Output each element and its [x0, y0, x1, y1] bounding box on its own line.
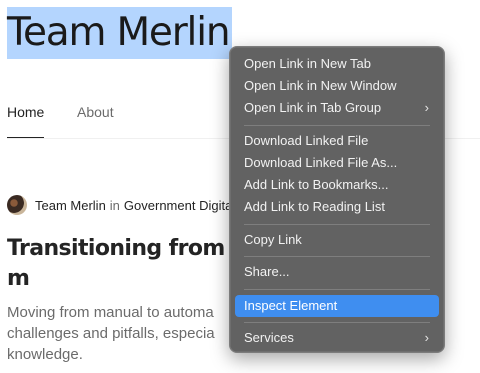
page-title: Team Merlin	[7, 7, 232, 59]
menu-item-label: Add Link to Bookmarks...	[244, 177, 389, 192]
chevron-right-icon: ›	[424, 100, 429, 115]
tab-about[interactable]: About	[77, 104, 114, 120]
menu-item-label: Open Link in New Tab	[244, 56, 371, 71]
menu-item-label: Open Link in New Window	[244, 78, 397, 93]
chevron-right-icon: ›	[424, 330, 429, 345]
context-menu: Open Link in New Tab Open Link in New Wi…	[229, 46, 445, 353]
tab-home[interactable]: Home	[7, 104, 45, 138]
menu-item-share[interactable]: Share...	[235, 261, 439, 283]
menu-item-open-link-new-window[interactable]: Open Link in New Window	[235, 75, 439, 97]
menu-item-inspect-element[interactable]: Inspect Element	[235, 295, 439, 317]
menu-item-label: Share...	[244, 264, 290, 279]
author-name[interactable]: Team Merlin	[35, 198, 106, 213]
publication-name[interactable]: Government Digita	[124, 198, 232, 213]
menu-item-label: Inspect Element	[244, 298, 338, 313]
menu-item-open-link-tab-group[interactable]: Open Link in Tab Group ›	[235, 97, 439, 119]
menu-item-services[interactable]: Services ›	[235, 327, 439, 349]
article-byline: Team Merlin in Government Digita	[7, 194, 232, 216]
menu-separator	[244, 224, 430, 225]
menu-separator	[244, 322, 430, 323]
menu-item-download-linked-file[interactable]: Download Linked File	[235, 130, 439, 152]
menu-item-download-linked-file-as[interactable]: Download Linked File As...	[235, 152, 439, 174]
menu-item-label: Download Linked File As...	[244, 155, 398, 170]
menu-item-label: Add Link to Reading List	[244, 199, 385, 214]
menu-item-open-link-new-tab[interactable]: Open Link in New Tab	[235, 53, 439, 75]
menu-separator	[244, 256, 430, 257]
menu-item-add-link-to-bookmarks[interactable]: Add Link to Bookmarks...	[235, 174, 439, 196]
menu-item-label: Open Link in Tab Group	[244, 100, 382, 115]
menu-separator	[244, 125, 430, 126]
menu-item-label: Services	[244, 330, 294, 345]
menu-item-copy-link[interactable]: Copy Link	[235, 229, 439, 251]
byline-in: in	[109, 197, 120, 213]
menu-item-label: Download Linked File	[244, 133, 369, 148]
article-headline[interactable]: Transitioning from m testing	[7, 234, 247, 294]
menu-item-add-link-to-reading-list[interactable]: Add Link to Reading List	[235, 196, 439, 218]
menu-separator	[244, 289, 430, 290]
menu-item-label: Copy Link	[244, 232, 302, 247]
avatar[interactable]	[7, 195, 27, 215]
